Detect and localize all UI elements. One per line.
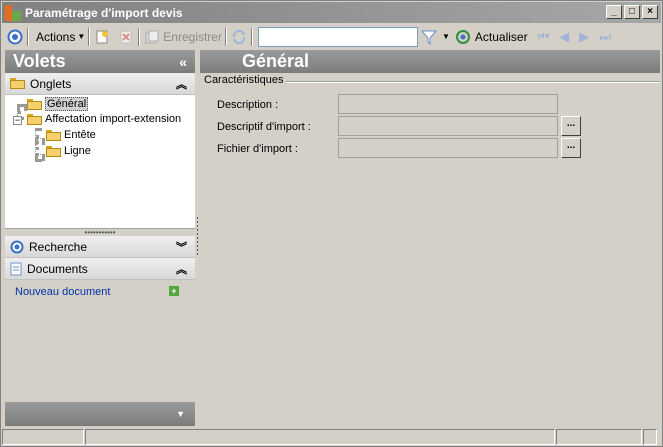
next-record-icon[interactable]: ▶ <box>579 29 589 45</box>
section-documents-label: Documents <box>27 261 88 276</box>
side-panel-header: Volets « <box>5 50 195 73</box>
expand-chevron-icon[interactable]: ︾ <box>176 239 187 255</box>
chevron-down-icon[interactable]: ▼ <box>442 32 450 41</box>
delete-icon[interactable] <box>117 28 135 46</box>
minimize-button[interactable]: _ <box>606 5 622 19</box>
last-record-icon[interactable]: ⏭ <box>599 29 611 45</box>
documents-body: Nouveau document + <box>5 280 195 396</box>
tree-item-entete[interactable]: Entête <box>46 129 96 141</box>
status-cell <box>2 429 84 445</box>
descriptif-import-label: Descriptif d'import : <box>217 121 311 133</box>
new-document-link[interactable]: Nouveau document <box>15 286 110 298</box>
refresh-icon[interactable] <box>454 28 472 46</box>
toolbar-separator <box>88 27 91 46</box>
window-title: Paramétrage d'import devis <box>25 5 183 20</box>
tree-connector <box>35 154 45 158</box>
tree-item-label: Général <box>45 97 89 111</box>
tree-collapse-icon[interactable]: − <box>13 116 22 125</box>
descriptif-import-field[interactable] <box>338 116 558 136</box>
description-label: Description : <box>217 99 279 111</box>
chevron-down-icon[interactable]: ▼ <box>176 409 185 419</box>
tree-item-affectation[interactable]: Affectation import-extension <box>27 113 181 125</box>
toolbar-separator <box>27 27 29 46</box>
toolbar-separator <box>250 27 253 46</box>
section-documents[interactable]: Documents ︽ <box>5 258 195 280</box>
section-onglets-label: Onglets <box>30 76 72 91</box>
chevron-down-icon[interactable]: ▼ <box>77 32 85 41</box>
refresh-button[interactable]: Actualiser <box>475 30 528 44</box>
description-field[interactable] <box>338 94 558 114</box>
status-bar <box>2 428 661 446</box>
browse-fichier-button[interactable]: ... <box>561 138 581 158</box>
section-onglets[interactable]: Onglets ︽ <box>5 73 195 95</box>
browse-descriptif-button[interactable]: ... <box>561 116 581 136</box>
toolbar: Actions ▼ Enregistrer ▼ Actualiser ⏮ ◀ ▶ <box>2 24 661 49</box>
tree-item-label: Ligne <box>64 145 91 157</box>
side-panel-footer[interactable]: ▼ <box>5 402 195 426</box>
side-panel-title: Volets <box>13 51 66 71</box>
folder-icon <box>10 78 25 89</box>
tree-item-ligne[interactable]: Ligne <box>46 145 91 157</box>
collapse-chevron-icon[interactable]: ︽ <box>176 261 187 277</box>
folder-icon <box>46 145 61 157</box>
tree-item-general[interactable]: Général <box>27 97 89 111</box>
group-divider <box>283 81 660 83</box>
side-panel: Volets « Onglets ︽ Général − Affectation… <box>5 50 195 426</box>
first-record-icon[interactable]: ⏮ <box>538 29 550 45</box>
tree-splitter[interactable]: ••••••••••• <box>5 228 195 237</box>
open-folder-icon <box>27 98 42 110</box>
new-doc-icon[interactable] <box>93 28 111 46</box>
folder-icon <box>46 129 61 141</box>
save-icon[interactable] <box>143 28 161 46</box>
panel-splitter[interactable] <box>196 216 199 256</box>
app-window: Paramétrage d'import devis _ □ × Actions… <box>0 0 663 447</box>
document-icon <box>10 262 22 275</box>
toolbar-separator <box>224 27 227 46</box>
actions-menu[interactable]: Actions <box>36 30 75 44</box>
add-icon[interactable]: + <box>169 286 179 296</box>
tree-connector <box>35 138 45 142</box>
section-recherche[interactable]: Recherche ︾ <box>5 236 195 258</box>
tabs-tree: Général − Affectation import-extension E… <box>5 95 195 229</box>
page-title: Général <box>200 50 660 73</box>
app-icon <box>5 4 21 21</box>
fichier-import-field[interactable] <box>338 138 558 158</box>
resize-grip[interactable] <box>643 429 657 445</box>
status-cell <box>85 429 555 445</box>
title-bar[interactable]: Paramétrage d'import devis _ □ × <box>2 2 661 23</box>
maximize-button[interactable]: □ <box>624 5 640 19</box>
close-button[interactable]: × <box>642 5 658 19</box>
group-title: Caractéristiques <box>204 74 287 86</box>
toolbar-separator <box>138 27 141 46</box>
save-button[interactable]: Enregistrer <box>163 30 222 44</box>
folder-icon <box>27 113 42 125</box>
search-input[interactable] <box>257 26 418 47</box>
collapse-panel-icon[interactable]: « <box>179 54 187 70</box>
collapse-chevron-icon[interactable]: ︽ <box>176 76 187 92</box>
filter-icon[interactable] <box>420 28 438 46</box>
sync-icon[interactable] <box>230 28 248 46</box>
tree-item-label: Entête <box>64 129 96 141</box>
status-cell <box>556 429 642 445</box>
circle-icon[interactable] <box>6 28 24 46</box>
search-circle-icon <box>10 240 24 253</box>
previous-record-icon[interactable]: ◀ <box>559 29 569 45</box>
section-recherche-label: Recherche <box>29 239 88 254</box>
fichier-import-label: Fichier d'import : <box>217 143 298 155</box>
tree-item-label: Affectation import-extension <box>45 113 182 125</box>
